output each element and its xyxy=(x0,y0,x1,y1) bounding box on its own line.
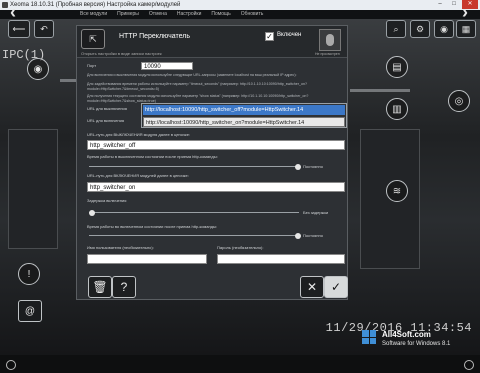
windows-logo-icon xyxy=(362,330,376,344)
window-title: Xeoma 18.10.31 (Пробная версия) Настройк… xyxy=(10,2,181,8)
trash-icon: 🗑 xyxy=(92,280,108,294)
url-option-on[interactable]: http://localhost:10090/http_switcher_on?… xyxy=(143,117,345,127)
url-part-on-input[interactable]: http_switcher_on xyxy=(87,182,345,192)
dialog-title: HTTP Переключатель xyxy=(119,33,191,40)
time-off-value: Постоянно xyxy=(303,164,323,169)
menu-settings[interactable]: Настройки xyxy=(177,10,202,19)
dialog-subtitle[interactable]: Открыть настройки в виде записи настроек xyxy=(81,51,162,56)
enabled-label: Включен xyxy=(277,32,302,38)
view-button[interactable]: ◉ xyxy=(434,20,454,38)
chevron-left-icon: ⟵ xyxy=(12,23,26,34)
settings-button[interactable]: ⚙ xyxy=(410,20,430,38)
menu-all-modules[interactable]: Все модули xyxy=(80,10,107,19)
url-dropdown[interactable]: http://localhost:10090/http_switcher_off… xyxy=(141,103,347,128)
dialog-module-icon: ⇱ xyxy=(81,29,105,49)
dialog-header: ⇱ HTTP Переключатель Открыть настройки в… xyxy=(77,26,347,58)
time-off-slider[interactable] xyxy=(89,163,301,170)
port-label: Порт xyxy=(87,63,97,68)
camera-thumbnail-icon xyxy=(319,29,341,51)
username-label: Имя пользователя (необязательно): xyxy=(87,245,154,250)
motion-icon[interactable]: ≋ xyxy=(386,180,408,202)
minimize-button[interactable]: – xyxy=(434,0,446,9)
password-label: Пароль (необязательно): xyxy=(217,245,264,250)
chevron-right-icon[interactable]: › xyxy=(462,2,468,23)
http-switcher-dialog: ⇱ HTTP Переключатель Открыть настройки в… xyxy=(76,25,348,300)
menu-update[interactable]: Обновить xyxy=(241,10,264,19)
delay-value: Без задержки xyxy=(303,210,329,215)
maximize-button[interactable]: □ xyxy=(448,0,460,9)
url-option-off[interactable]: http://localhost:10090/http_switcher_off… xyxy=(143,105,345,115)
delay-slider-knob[interactable] xyxy=(89,209,95,216)
delay-slider[interactable] xyxy=(89,209,299,216)
eye-icon: ◉ xyxy=(440,23,448,34)
note-urls: Для включения и выключения модуля исполь… xyxy=(87,73,297,77)
help-button[interactable]: ? xyxy=(112,276,136,298)
time-on-value: Постоянно xyxy=(303,233,323,238)
layout-icon[interactable] xyxy=(6,360,16,370)
confirm-button[interactable]: ✓ xyxy=(324,276,348,298)
alert-icon[interactable]: ! xyxy=(18,263,40,285)
recorder-icon[interactable]: ▤ xyxy=(386,56,408,78)
time-off-slider-knob[interactable] xyxy=(295,163,301,170)
time-off-label: Время работы в выключенном состоянии пос… xyxy=(87,154,218,159)
undo-icon: ↶ xyxy=(40,23,48,34)
search-button[interactable]: ⌕ xyxy=(386,20,406,38)
port-input[interactable]: 10090 xyxy=(141,62,193,70)
menubar: Все модули Примеры Отмена Настройки Помо… xyxy=(0,10,480,19)
thumbnail-label: Не просмотрен xyxy=(315,52,340,56)
watermark-brand: All4Soft.com xyxy=(382,330,431,339)
cancel-button[interactable]: ✕ xyxy=(300,276,324,298)
bottom-strip xyxy=(0,355,480,373)
url-part-on-label: URL-путь для ВКЛЮЧЕНИЯ модулей далее в ц… xyxy=(87,173,189,178)
search-icon: ⌕ xyxy=(393,23,399,34)
ceiling-light xyxy=(350,89,410,92)
url-off-label: URL для выключения xyxy=(87,106,127,111)
window-buttons: – □ ✕ xyxy=(434,0,478,9)
password-input[interactable] xyxy=(217,254,345,264)
email-icon[interactable]: @ xyxy=(18,300,42,322)
menu-undo[interactable]: Отмена xyxy=(149,10,167,19)
time-on-slider-knob[interactable] xyxy=(295,232,301,239)
camera-source-icon[interactable]: ◉ xyxy=(27,58,49,80)
gear-icon: ⚙ xyxy=(415,23,425,34)
url-part-off-input[interactable]: http_switcher_off xyxy=(87,140,345,150)
watermark-subtitle: Software for Windows 8.1 xyxy=(382,341,451,347)
cursor-icon: ⇱ xyxy=(89,33,97,44)
window-titlebar: Xeoma 18.10.31 (Пробная версия) Настройк… xyxy=(0,0,480,10)
menu-help[interactable]: Помощь xyxy=(211,10,230,19)
time-on-label: Время работы во включенном состоянии пос… xyxy=(87,224,217,229)
enabled-checkbox[interactable]: ✓ xyxy=(265,32,274,41)
archive-icon[interactable]: ▥ xyxy=(386,98,408,120)
fullscreen-icon[interactable] xyxy=(464,360,474,370)
question-icon: ? xyxy=(120,280,128,294)
chevron-left-icon[interactable]: ‹ xyxy=(10,2,16,23)
username-input[interactable] xyxy=(87,254,207,264)
app-icon xyxy=(2,2,8,8)
note-timeout: Для задействования времени работы исполь… xyxy=(87,82,307,91)
preview-icon[interactable]: ◎ xyxy=(448,90,470,112)
delete-button[interactable]: 🗑 xyxy=(88,276,112,298)
url-on-label: URL для включения xyxy=(87,118,124,123)
menu-examples[interactable]: Примеры xyxy=(117,10,139,19)
time-on-slider[interactable] xyxy=(89,232,301,239)
close-icon: ✕ xyxy=(306,280,318,294)
delay-label: Задержка включения xyxy=(87,198,127,203)
grid-icon: ▦ xyxy=(461,23,471,34)
check-icon: ✓ xyxy=(330,280,342,294)
background-rack xyxy=(8,129,58,249)
undo-button[interactable]: ↶ xyxy=(34,20,54,38)
url-part-off-label: URL-путь для ВЫКЛЮЧЕНИЯ модуля далее в ц… xyxy=(87,132,191,137)
